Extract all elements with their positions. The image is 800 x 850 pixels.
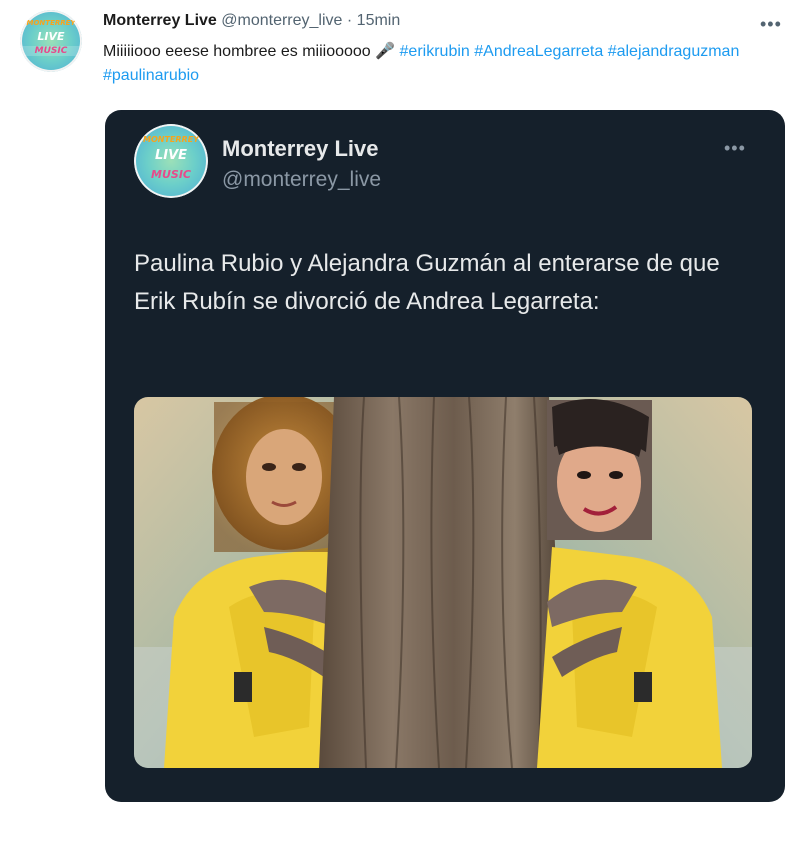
microphone-icon: 🎤 [375, 43, 396, 60]
timestamp[interactable]: 15min [357, 12, 401, 29]
tweet-body: Miiiiiooo eeese hombree es miiiooooo [103, 43, 371, 60]
author-name[interactable]: Monterrey Live [103, 12, 217, 29]
more-options-icon[interactable]: ••• [760, 14, 782, 35]
tweet-text: Miiiiiooo eeese hombree es miiiooooo 🎤 #… [103, 40, 783, 88]
tweet-header: Monterrey Live @monterrey_live · 15min [103, 12, 400, 30]
meme-illustration [134, 397, 752, 768]
quoted-avatar[interactable]: MONTERREY LIVE MUSIC [134, 124, 208, 198]
hashtag-link[interactable]: #alejandraguzman [608, 43, 740, 60]
quoted-tweet-text: Paulina Rubio y Alejandra Guzmán al ente… [134, 250, 720, 315]
quoted-more-options-icon[interactable]: ••• [724, 138, 746, 159]
hashtag-link[interactable]: #paulinarubio [103, 67, 199, 84]
hashtag-link[interactable]: #AndreaLegarreta [474, 43, 603, 60]
meme-image[interactable] [134, 397, 752, 768]
quoted-author-handle[interactable]: @monterrey_live [222, 168, 381, 192]
author-handle[interactable]: @monterrey_live [221, 12, 342, 29]
monterrey-live-logo: MONTERREY LIVE MUSIC [20, 10, 82, 72]
hashtag-link[interactable]: #erikrubin [400, 43, 470, 60]
avatar[interactable]: MONTERREY LIVE MUSIC [20, 10, 82, 72]
monterrey-live-logo: MONTERREY LIVE MUSIC [134, 124, 208, 198]
separator: · [346, 12, 353, 29]
quoted-author-name[interactable]: Monterrey Live [222, 136, 379, 162]
